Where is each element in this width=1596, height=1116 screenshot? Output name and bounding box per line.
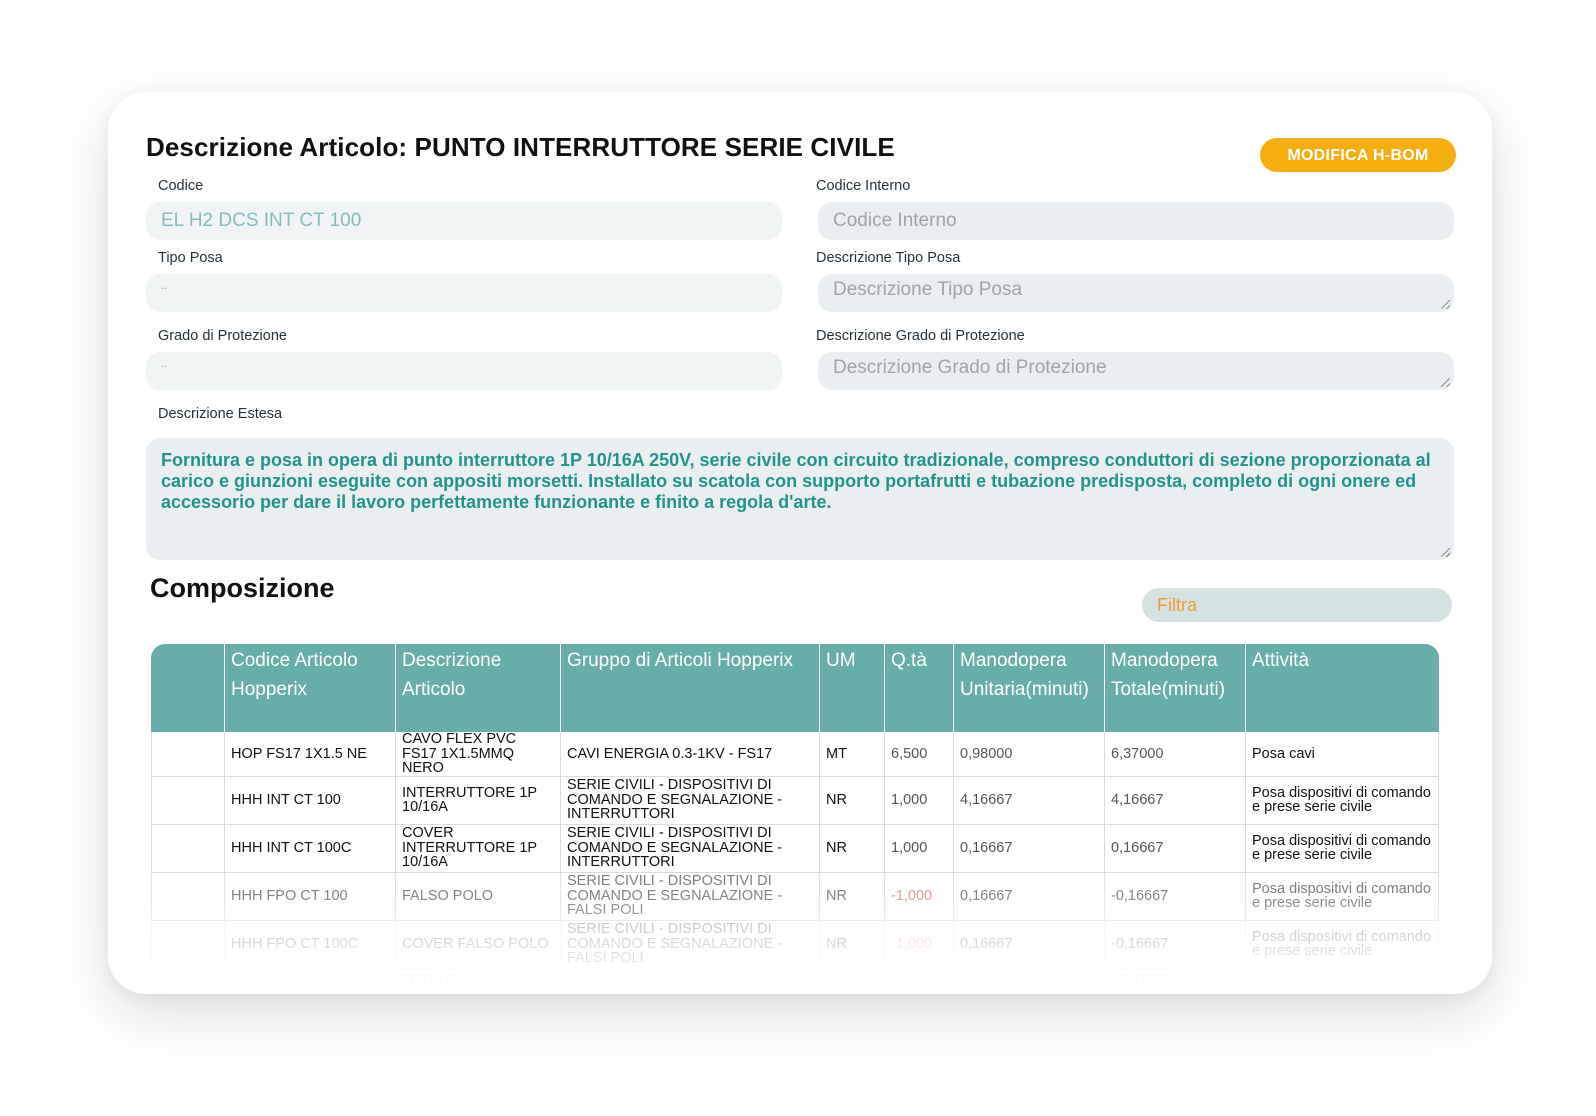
descrizione-grado-protezione-field[interactable]: Descrizione Grado di Protezione (818, 352, 1454, 390)
table-cell: HHH INT CT 100 (225, 776, 396, 825)
table-cell: Posa dispositivi di comando e prese seri… (1246, 872, 1439, 921)
column-header[interactable]: Attività (1246, 644, 1439, 732)
table-cell (151, 872, 225, 921)
grado-protezione-label: Grado di Protezione (158, 328, 287, 344)
table-row[interactable]: HHH INT CT 100 INTERRUTTORE 1P 10/16A SE… (151, 776, 1439, 825)
grado-protezione-field[interactable]: .. (146, 352, 782, 390)
table-row[interactable]: HHH FPO CT 100C COVER FALSO POLO SERIE C… (151, 920, 1439, 969)
descrizione-grado-protezione-label: Descrizione Grado di Protezione (816, 328, 1025, 344)
table-cell (885, 968, 954, 991)
total-label: TOTALE (396, 968, 561, 991)
table-cell: SERIE CIVILI - DISPOSITIVI DI COMANDO E … (561, 824, 820, 873)
table-row[interactable]: HOP FS17 1X1.5 NE CAVO FLEX PVC FS17 1X1… (151, 732, 1439, 777)
total-value: 10,37000 (1105, 968, 1246, 991)
column-header[interactable] (151, 644, 225, 732)
table-cell: 1,000 (885, 776, 954, 825)
table-cell: NR (820, 824, 885, 873)
column-header[interactable]: Manodopera Unitaria(minuti) (954, 644, 1105, 732)
table-cell: 0,16667 (954, 920, 1105, 969)
table-cell: -0,16667 (1105, 872, 1246, 921)
descrizione-tipo-posa-label: Descrizione Tipo Posa (816, 250, 961, 266)
table-cell: FALSO POLO (396, 872, 561, 921)
table-cell: Posa dispositivi di comando e prese seri… (1246, 824, 1439, 873)
column-header[interactable]: Q.tà (885, 644, 954, 732)
table-cell (151, 776, 225, 825)
table-cell: SERIE CIVILI - DISPOSITIVI DI COMANDO E … (561, 920, 820, 969)
table-cell: COVER FALSO POLO (396, 920, 561, 969)
table-cell: -0,16667 (1105, 920, 1246, 969)
column-header[interactable]: UM (820, 644, 885, 732)
tipo-posa-label: Tipo Posa (158, 250, 223, 266)
table-cell: 0,98000 (954, 732, 1105, 777)
table-cell: 6,37000 (1105, 732, 1246, 777)
table-cell: -1,000 (885, 872, 954, 921)
table-cell (561, 968, 820, 991)
table-cell: HHH FPO CT 100C (225, 920, 396, 969)
resize-handle-icon[interactable] (1441, 378, 1450, 387)
table-cell: 4,16667 (1105, 776, 1246, 825)
column-header[interactable]: Manodopera Totale(minuti) (1105, 644, 1246, 732)
table-cell: 0,16667 (954, 872, 1105, 921)
composizione-table: Codice Articolo Hopperix Descrizione Art… (151, 644, 1439, 991)
descrizione-tipo-posa-field[interactable]: Descrizione Tipo Posa (818, 274, 1454, 312)
descrizione-tipo-posa-placeholder: Descrizione Tipo Posa (833, 279, 1023, 300)
table-cell: Posa cavi (1246, 732, 1439, 777)
table-cell: NR (820, 872, 885, 921)
table-cell (151, 732, 225, 777)
table-cell: 1,000 (885, 824, 954, 873)
table-cell: HOP FS17 1X1.5 NE (225, 732, 396, 777)
resize-handle-icon[interactable] (1441, 548, 1450, 557)
table-cell (151, 824, 225, 873)
codice-label: Codice (158, 178, 204, 194)
filter-input[interactable]: Filtra (1142, 588, 1452, 622)
table-cell: NR (820, 776, 885, 825)
table-cell: SERIE CIVILI - DISPOSITIVI DI COMANDO E … (561, 776, 820, 825)
table-cell: COVER INTERRUTTORE 1P 10/16A (396, 824, 561, 873)
table-cell: SERIE CIVILI - DISPOSITIVI DI COMANDO E … (561, 872, 820, 921)
table-cell: CAVI ENERGIA 0.3-1KV - FS17 (561, 732, 820, 777)
table-cell: 6,500 (885, 732, 954, 777)
table-cell: Posa dispositivi di comando e prese seri… (1246, 776, 1439, 825)
table-cell (820, 968, 885, 991)
descrizione-estesa-label: Descrizione Estesa (158, 406, 283, 422)
table-header-row: Codice Articolo Hopperix Descrizione Art… (151, 644, 1439, 732)
table-cell: 0,16667 (1105, 824, 1246, 873)
column-header[interactable]: Descrizione Articolo (396, 644, 561, 732)
table-cell: 0,16667 (954, 824, 1105, 873)
table-total-row: TOTALE 10,37000 (151, 968, 1439, 991)
table-cell (1246, 968, 1439, 991)
column-header[interactable]: Gruppo di Articoli Hopperix (561, 644, 820, 732)
descrizione-estesa-text: Fornitura e posa in opera di punto inter… (161, 450, 1431, 512)
table-cell: CAVO FLEX PVC FS17 1X1.5MMQ NERO (396, 732, 561, 777)
composizione-title: Composizione (150, 573, 335, 603)
modifica-hbom-button[interactable]: MODIFICA H-BOM (1260, 138, 1456, 172)
table-cell: HHH INT CT 100C (225, 824, 396, 873)
table-cell: MT (820, 732, 885, 777)
table-cell: HHH FPO CT 100 (225, 872, 396, 921)
table-cell: 4,16667 (954, 776, 1105, 825)
table-cell: INTERRUTTORE 1P 10/16A (396, 776, 561, 825)
page-title: Descrizione Articolo: PUNTO INTERRUTTORE… (146, 132, 895, 162)
descrizione-grado-protezione-placeholder: Descrizione Grado di Protezione (833, 357, 1107, 378)
codice-interno-field[interactable]: Codice Interno (818, 202, 1454, 240)
table-cell: NR (820, 920, 885, 969)
article-card: Descrizione Articolo: PUNTO INTERRUTTORE… (108, 92, 1492, 994)
tipo-posa-field[interactable]: .. (146, 274, 782, 312)
table-row[interactable]: HHH INT CT 100C COVER INTERRUTTORE 1P 10… (151, 824, 1439, 873)
table-cell (151, 968, 225, 991)
table-cell: -1,000 (885, 920, 954, 969)
column-header[interactable]: Codice Articolo Hopperix (225, 644, 396, 732)
table-row[interactable]: HHH FPO CT 100 FALSO POLO SERIE CIVILI -… (151, 872, 1439, 921)
table-cell (151, 920, 225, 969)
table-cell (954, 968, 1105, 991)
table-cell (225, 968, 396, 991)
codice-interno-label: Codice Interno (816, 178, 911, 194)
descrizione-estesa-field[interactable]: Fornitura e posa in opera di punto inter… (146, 438, 1454, 560)
resize-handle-icon[interactable] (1441, 300, 1450, 309)
table-cell: Posa dispositivi di comando e prese seri… (1246, 920, 1439, 969)
codice-field[interactable]: EL H2 DCS INT CT 100 (146, 202, 782, 240)
